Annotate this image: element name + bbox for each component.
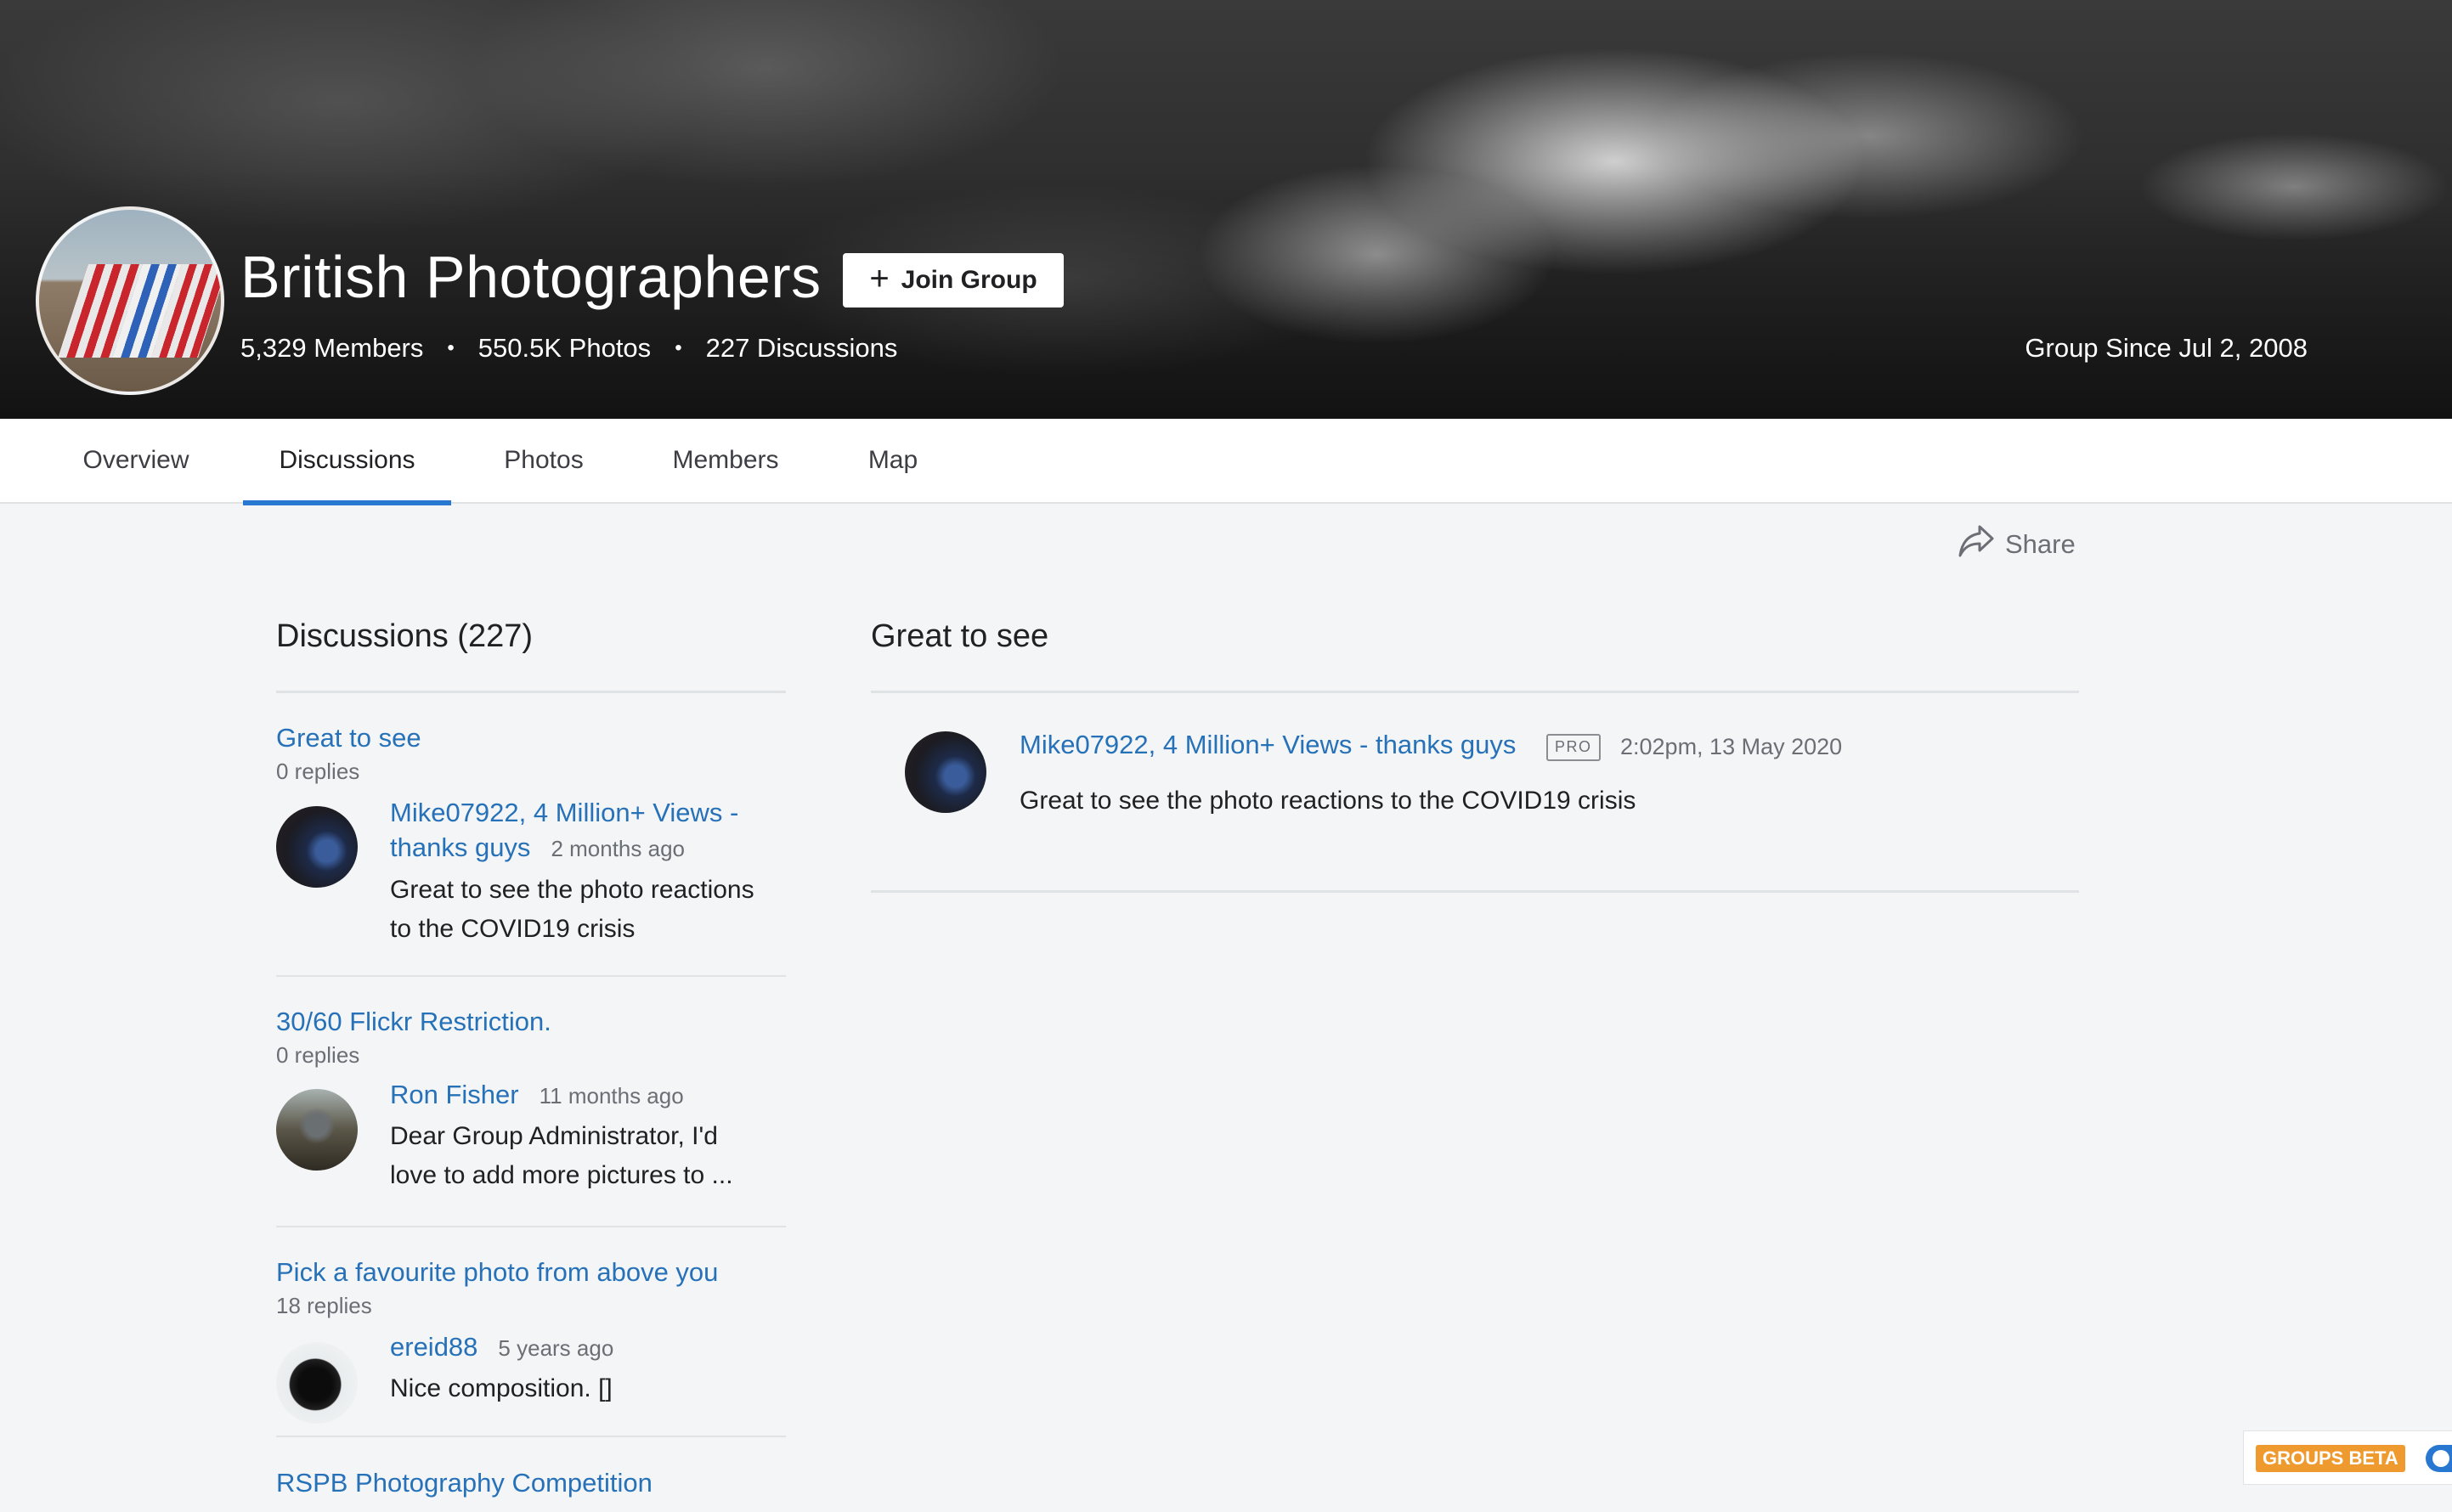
discussions-list-title: Discussions (227) (276, 618, 533, 655)
snippet-line: Dear Group Administrator, I'd (390, 1122, 718, 1150)
author-name-line[interactable]: Mike07922, 4 Million+ Views - (390, 798, 738, 827)
separator-dot: • (675, 336, 681, 360)
tab-discussions[interactable]: Discussions (243, 419, 451, 504)
divider (276, 691, 786, 693)
share-label: Share (2005, 529, 2076, 560)
avatar[interactable] (276, 1089, 358, 1171)
post-author[interactable]: Mike07922, 4 Million+ Views - thanks guy… (1020, 726, 1516, 764)
discussion-snippet: Great to see the photo reactions to the … (390, 871, 789, 949)
groups-beta-widget: GROUPS BETA (2243, 1430, 2452, 1485)
discussion-item: Great to see 0 replies Mike07922, 4 Mill… (276, 723, 786, 944)
reply-count: 18 replies (276, 1293, 786, 1319)
divider (276, 975, 786, 977)
group-avatar[interactable] (36, 206, 224, 395)
divider (871, 691, 2079, 693)
reply-count: 0 replies (276, 759, 786, 785)
snippet-line: to the COVID19 crisis (390, 915, 635, 943)
share-arrow-icon (1958, 524, 1995, 565)
group-since: Group Since Jul 2, 2008 (2025, 333, 2308, 364)
group-cover-image: British Photographers + Join Group 5,329… (0, 0, 2452, 419)
tab-members[interactable]: Members (659, 419, 792, 504)
share-button[interactable]: Share (1958, 524, 2076, 565)
groups-beta-badge: GROUPS BETA (2256, 1445, 2405, 1472)
pro-badge: PRO (1546, 734, 1601, 761)
discussions-count[interactable]: 227 Discussions (706, 333, 898, 364)
discussion-item: Pick a favourite photo from above you 18… (276, 1257, 786, 1410)
photos-count[interactable]: 550.5K Photos (478, 333, 651, 364)
discussion-item: 30/60 Flickr Restriction. 0 replies Ron … (276, 1007, 786, 1202)
divider (276, 1436, 786, 1437)
tab-map[interactable]: Map (858, 419, 928, 504)
avatar[interactable] (905, 731, 986, 813)
author-name[interactable]: Ron Fisher 11 months ago (390, 1077, 684, 1114)
post-time[interactable]: 2:02pm, 13 May 2020 (1620, 728, 1842, 765)
join-group-label: Join Group (901, 266, 1037, 295)
post-time: 5 years ago (498, 1335, 613, 1361)
tab-photos[interactable]: Photos (489, 419, 598, 504)
author-name-line[interactable]: Ron Fisher (390, 1080, 519, 1109)
snippet-line: Nice composition. [] (390, 1374, 613, 1402)
join-group-button[interactable]: + Join Group (843, 253, 1064, 307)
reply-count: 0 replies (276, 1042, 786, 1069)
discussion-snippet: Dear Group Administrator, I'd love to ad… (390, 1117, 789, 1195)
discussion-snippet: Nice composition. [] (390, 1369, 789, 1408)
snippet-line: Great to see the photo reactions (390, 876, 754, 904)
members-count[interactable]: 5,329 Members (240, 333, 423, 364)
post-body: Great to see the photo reactions to the … (1020, 782, 1636, 820)
group-stats: 5,329 Members • 550.5K Photos • 227 Disc… (240, 333, 897, 364)
separator-dot: • (447, 336, 454, 360)
author-name-line[interactable]: thanks guys (390, 832, 530, 862)
discussion-item: RSPB Photography Competition (276, 1468, 786, 1510)
divider (276, 1226, 786, 1227)
discussion-title[interactable]: RSPB Photography Competition (276, 1468, 786, 1498)
discussion-title[interactable]: Pick a favourite photo from above you (276, 1257, 786, 1288)
group-tabs: Overview Discussions Photos Members Map (0, 419, 2452, 504)
post-time: 2 months ago (551, 836, 685, 861)
discussion-title[interactable]: 30/60 Flickr Restriction. (276, 1007, 786, 1037)
tab-overview[interactable]: Overview (68, 419, 204, 504)
author-name[interactable]: Mike07922, 4 Million+ Views - thanks guy… (390, 795, 738, 866)
post-time: 11 months ago (540, 1083, 684, 1109)
beta-toggle[interactable] (2426, 1445, 2452, 1472)
avatar[interactable] (276, 1342, 358, 1424)
avatar[interactable] (276, 806, 358, 888)
plus-icon: + (869, 262, 889, 296)
author-name[interactable]: ereid88 5 years ago (390, 1329, 613, 1366)
snippet-line: love to add more pictures to ... (390, 1161, 733, 1189)
group-title: British Photographers (240, 243, 822, 311)
thread-title: Great to see (871, 618, 1048, 655)
discussion-title[interactable]: Great to see (276, 723, 786, 753)
divider (871, 890, 2079, 893)
author-name-line[interactable]: ereid88 (390, 1332, 477, 1362)
